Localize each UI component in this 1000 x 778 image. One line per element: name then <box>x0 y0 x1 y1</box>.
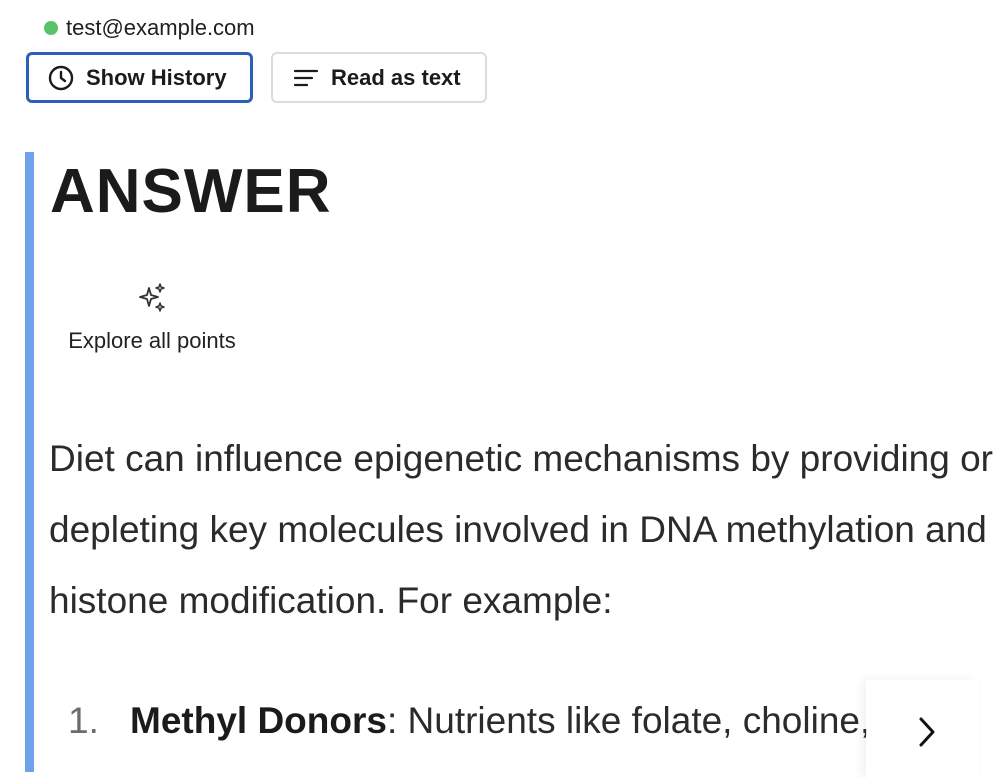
answer-title: ANSWER <box>50 157 332 226</box>
next-panel <box>866 680 978 778</box>
show-history-button[interactable]: Show History <box>26 52 253 103</box>
chevron-right-icon[interactable] <box>916 714 938 755</box>
read-as-text-label: Read as text <box>331 64 461 90</box>
toolbar: Show History Read as text <box>26 52 487 103</box>
online-status-dot <box>44 21 58 35</box>
clock-icon <box>48 65 74 91</box>
explore-all-points-button[interactable]: Explore all points <box>60 282 244 354</box>
list-item-number: 1. <box>68 700 99 741</box>
sparkles-icon <box>136 282 168 319</box>
answer-body-text: Diet can influence epigenetic mechanisms… <box>49 438 994 621</box>
show-history-label: Show History <box>86 64 227 90</box>
list-item-text: : Nutrients like folate, choline, <box>386 700 871 741</box>
list-item: 1. Methyl Donors: Nutrients like folate, … <box>68 694 998 748</box>
answer-section: ANSWER Explore all points Diet can influ… <box>25 152 1000 772</box>
explore-all-points-label: Explore all points <box>68 328 236 353</box>
page: test@example.com Show History Read as te… <box>0 0 1000 778</box>
list-item-term: Methyl Donors <box>130 700 387 741</box>
account-email: test@example.com <box>66 15 255 40</box>
read-as-text-button[interactable]: Read as text <box>271 52 487 103</box>
text-lines-icon <box>293 67 319 89</box>
account-indicator: test@example.com <box>44 14 255 42</box>
